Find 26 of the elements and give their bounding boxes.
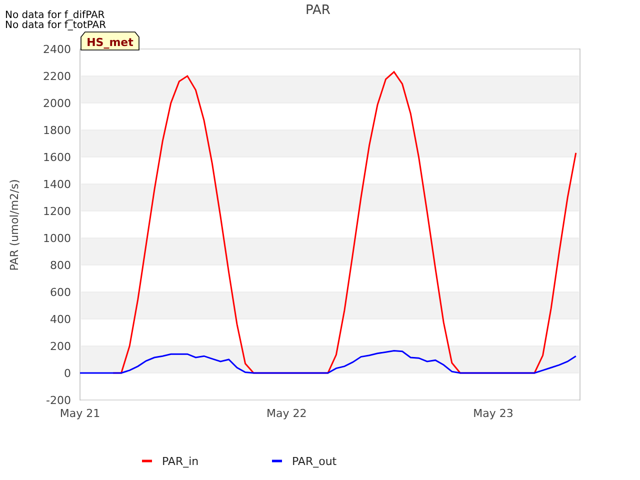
legend-label: PAR_out xyxy=(292,455,337,468)
y-tick-label: 400 xyxy=(50,313,71,326)
y-tick-label: 1400 xyxy=(43,178,71,191)
station-tag: HS_met xyxy=(80,32,140,50)
y-tick-label: 2000 xyxy=(43,97,71,110)
y-tick-label: 1000 xyxy=(43,232,71,245)
y-tick-label: 1800 xyxy=(43,124,71,137)
x-tick-label: May 22 xyxy=(266,407,307,420)
legend-swatch xyxy=(142,460,152,462)
y-tick-label: 2200 xyxy=(43,70,71,83)
legend-label: PAR_in xyxy=(162,455,199,468)
x-tick-label: May 21 xyxy=(60,407,100,420)
y-tick-label: 2400 xyxy=(43,43,71,56)
chart-title: PAR xyxy=(306,3,330,18)
legend-swatch xyxy=(272,460,282,462)
y-tick-label: 200 xyxy=(50,340,71,353)
notice-text: No data for f_totPAR xyxy=(5,20,106,31)
y-tick-label: 800 xyxy=(50,259,71,272)
x-tick-label: May 23 xyxy=(473,407,514,420)
y-axis-label: PAR (umol/m2/s) xyxy=(8,179,21,271)
y-tick-label: 0 xyxy=(64,367,71,380)
y-tick-label: -200 xyxy=(46,394,71,407)
y-tick-label: 600 xyxy=(50,286,71,299)
notice-text: No data for f_difPAR xyxy=(5,10,105,21)
y-tick-label: 1600 xyxy=(43,151,71,164)
y-tick-label: 1200 xyxy=(43,205,71,218)
